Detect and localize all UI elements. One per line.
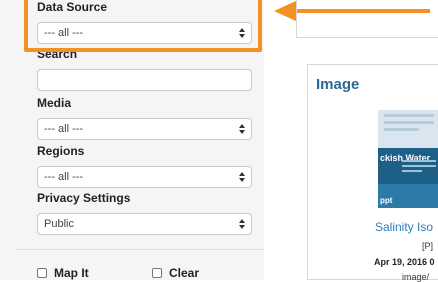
result-type: image/ [402,272,430,282]
result-title-link[interactable]: Salinity Iso [375,220,433,234]
search-input[interactable] [37,69,252,91]
regions-label: Regions [37,144,85,158]
card-title: Image [316,76,360,93]
select-arrows-icon [239,172,245,182]
privacy-settings-value: Public [44,218,74,230]
privacy-settings-label: Privacy Settings [37,191,131,205]
regions-select[interactable]: --- all --- [37,166,252,188]
select-arrows-icon [239,124,245,134]
thumbnail-small-lines [402,160,436,175]
media-select[interactable]: --- all --- [37,118,252,140]
clear-label: Clear [169,266,200,280]
map-it-label: Map It [54,266,89,280]
sidebar-divider [17,249,264,250]
map-it-toggle[interactable]: Map It [37,266,89,280]
media-label: Media [37,96,72,110]
highlight-box [24,0,262,52]
thumbnail-footer-text: ppt [380,196,393,205]
result-thumbnail[interactable]: ckish Water ppt [378,110,438,208]
result-privacy-flag: [P] [422,241,434,251]
clear-toggle[interactable]: Clear [152,266,199,280]
regions-value: --- all --- [44,171,84,183]
media-value: --- all --- [44,123,84,135]
clear-checkbox[interactable] [152,268,162,278]
map-it-checkbox[interactable] [37,268,47,278]
select-arrows-icon [239,219,245,229]
result-date: Apr 19, 2016 0 [374,257,435,267]
results-header-panel [296,0,438,38]
privacy-settings-select[interactable]: Public [37,213,252,235]
thumbnail-text-lines [384,114,434,135]
